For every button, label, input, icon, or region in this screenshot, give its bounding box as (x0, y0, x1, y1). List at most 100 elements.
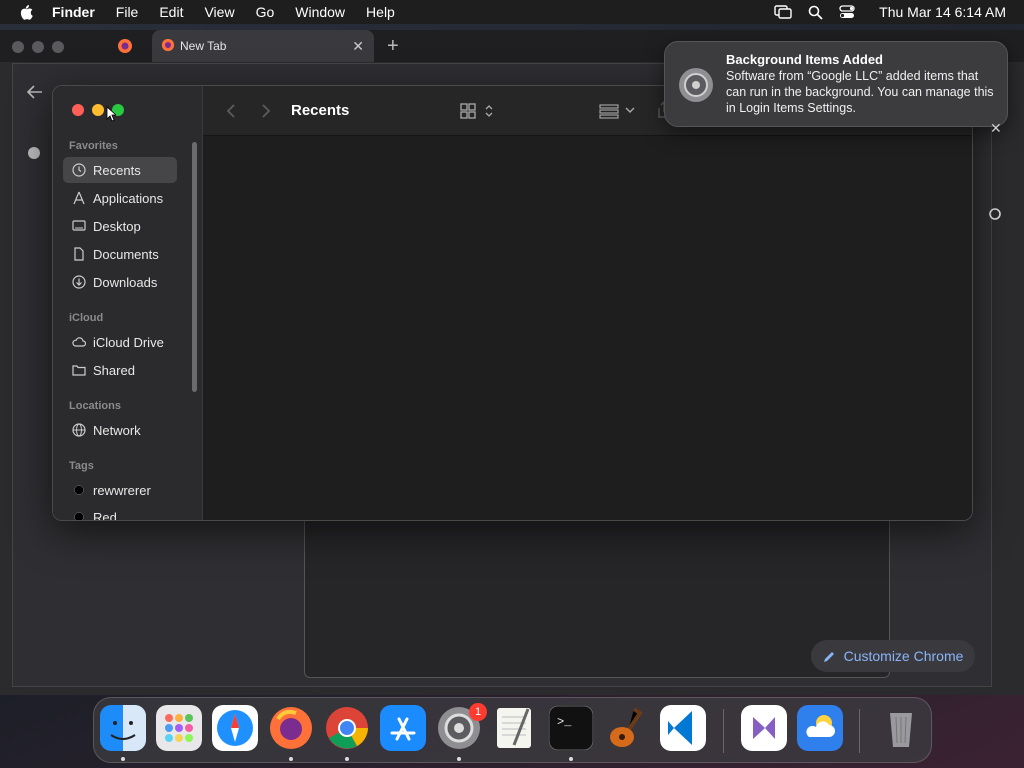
sidebar-item-label: Downloads (93, 274, 158, 290)
favorites-header: Favorites (69, 140, 118, 152)
tab-close-icon[interactable]: ✕ (352, 38, 364, 55)
desktop: Finder File Edit View Go Window Help Thu… (0, 0, 1024, 768)
notification-close-icon[interactable]: ✕ (990, 120, 1002, 137)
tag-dot-icon (74, 485, 84, 495)
safari-icon[interactable] (212, 705, 258, 751)
minimize-button[interactable] (92, 104, 104, 116)
launchpad-icon[interactable] (156, 705, 202, 751)
menu-app-name[interactable]: Finder (52, 4, 95, 20)
sidebar-item-label: Desktop (93, 218, 141, 234)
finder-sidebar: Favorites Recents Applications Desktop D… (53, 86, 203, 521)
control-center-icon[interactable] (839, 5, 855, 19)
new-tab-plus-icon[interactable]: + (387, 35, 399, 58)
app-store-icon[interactable] (380, 705, 426, 751)
menu-window[interactable]: Window (295, 4, 345, 20)
chevron-down-icon[interactable] (625, 106, 635, 114)
svg-text:>_: >_ (557, 715, 572, 729)
sidebar-item-recents[interactable]: Recents (63, 157, 177, 183)
textedit-icon[interactable] (492, 705, 538, 751)
applications-icon (73, 191, 85, 205)
locations-header: Locations (69, 400, 121, 412)
globe-icon (28, 147, 40, 159)
tab-new-tab[interactable]: New Tab ✕ (152, 30, 374, 62)
tag-dot-icon (74, 512, 84, 520)
forward-chevron-icon[interactable] (261, 103, 271, 119)
screen-mirroring-icon[interactable] (774, 5, 792, 19)
sidebar-item-network[interactable]: Network (63, 417, 177, 443)
chrome-icon[interactable] (324, 705, 370, 751)
chrome-dropdown-panel (304, 518, 890, 678)
back-arrow-icon[interactable] (27, 85, 43, 99)
close-button[interactable] (72, 104, 84, 116)
sidebar-item-icloud-drive[interactable]: iCloud Drive (63, 329, 177, 355)
menu-go[interactable]: Go (256, 4, 275, 20)
notification-body: Software from “Google LLC” added items t… (726, 69, 994, 115)
sidebar-item-label: Applications (93, 190, 164, 206)
sidebar-item-label: Network (93, 422, 141, 438)
window-title: Recents (291, 102, 350, 119)
dock-separator (723, 709, 724, 753)
notification-banner[interactable]: Background Items Added Software from “Go… (664, 41, 1008, 127)
sidebar-item-desktop[interactable]: Desktop (63, 213, 177, 239)
sidebar-item-label: rewwrerer (93, 482, 151, 498)
customize-chrome-button[interactable]: Customize Chrome (811, 640, 975, 672)
icon-view-grid-icon[interactable] (460, 103, 476, 119)
menu-edit[interactable]: Edit (159, 4, 183, 20)
view-options-chevron-icon[interactable] (484, 103, 494, 119)
chrome-maximize-dot[interactable] (52, 41, 64, 53)
dock-separator (859, 709, 860, 753)
download-icon (72, 275, 86, 289)
finder-icon[interactable] (100, 705, 146, 751)
running-indicator (289, 757, 293, 761)
menu-help[interactable]: Help (366, 4, 395, 20)
sidebar-item-label: iCloud Drive (93, 334, 164, 350)
sidebar-item-documents[interactable]: Documents (63, 241, 177, 267)
firefox-tab-icon[interactable] (117, 38, 133, 54)
garageband-icon[interactable] (604, 705, 650, 751)
group-by-icon[interactable] (599, 103, 619, 119)
sidebar-item-tag[interactable]: rewwrerer (63, 477, 177, 503)
notification-title: Background Items Added (726, 52, 883, 67)
sidebar-item-applications[interactable]: Applications (63, 185, 177, 211)
apple-icon[interactable] (18, 4, 34, 20)
terminal-icon[interactable]: >_ (548, 705, 594, 751)
running-indicator (345, 757, 349, 761)
menu-view[interactable]: View (204, 4, 234, 20)
running-indicator (121, 757, 125, 761)
sidebar-item-label: Red (93, 509, 117, 521)
notification-badge: 1 (469, 703, 487, 721)
customize-chrome-label: Customize Chrome (843, 648, 964, 664)
sidebar-item-label: Documents (93, 246, 159, 262)
finder-content-area[interactable] (203, 137, 972, 520)
sidebar-item-shared[interactable]: Shared (63, 357, 177, 383)
pencil-icon (823, 651, 834, 662)
running-indicator (457, 757, 461, 761)
menu-file[interactable]: File (116, 4, 139, 20)
mouse-cursor-icon (106, 106, 116, 122)
visual-studio-icon[interactable] (741, 705, 787, 751)
settings-gear-icon[interactable] (988, 207, 1002, 221)
sidebar-item-label: Shared (93, 362, 135, 378)
back-chevron-icon[interactable] (226, 103, 236, 119)
tags-header: Tags (69, 460, 94, 472)
sidebar-item-tag[interactable]: Red (63, 504, 177, 521)
sidebar-item-downloads[interactable]: Downloads (63, 269, 177, 295)
chrome-minimize-dot[interactable] (32, 41, 44, 53)
running-indicator (569, 757, 573, 761)
menu-clock[interactable]: Thu Mar 14 6:14 AM (879, 4, 1006, 20)
chrome-close-dot[interactable] (12, 41, 24, 53)
globe-icon (72, 423, 86, 437)
weather-icon[interactable] (797, 705, 843, 751)
vscode-icon[interactable] (660, 705, 706, 751)
trash-icon[interactable] (878, 705, 924, 751)
icloud-header: iCloud (69, 312, 104, 324)
cloud-icon (72, 337, 86, 347)
firefox-icon[interactable] (268, 705, 314, 751)
document-icon (74, 247, 84, 261)
finder-window: Favorites Recents Applications Desktop D… (52, 85, 973, 521)
spotlight-search-icon[interactable] (808, 5, 823, 20)
menu-bar: Finder File Edit View Go Window Help Thu… (0, 0, 1024, 24)
clock-icon (72, 163, 86, 177)
shared-folder-icon (72, 365, 86, 376)
sidebar-scrollbar[interactable] (192, 142, 197, 392)
